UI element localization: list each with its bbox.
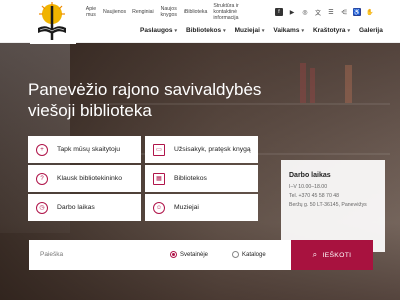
opening-hours-time: I–V 10.00–18.00 [289, 184, 328, 190]
hero-title: Panevėžio rajono savivaldybės viešoji bi… [28, 79, 308, 121]
chevron-down-icon: ▾ [347, 27, 350, 34]
search-scope-catalog[interactable]: Kataloge [232, 251, 266, 258]
nav-label: Kraštotyra [312, 27, 346, 34]
search-icon: ⌕ [312, 250, 318, 259]
share-icon[interactable]: ⋲ [340, 8, 348, 16]
library-logo[interactable] [30, 0, 76, 44]
opening-hours-phone[interactable]: Tel. +370 45 58 70 48 [289, 193, 339, 199]
radio-label: Svetainėje [180, 251, 209, 258]
search-button-label: IEŠKOTI [322, 251, 352, 259]
sitemap-icon[interactable]: ☰ [327, 8, 335, 16]
tile-label: Tapk mūsų skaitytoju [57, 145, 121, 153]
nav-label: Paslaugos [140, 27, 173, 34]
translate-icon[interactable]: 文 [314, 8, 322, 17]
chevron-down-icon: ▾ [223, 27, 226, 34]
nav-gallery[interactable]: Galerija [359, 27, 383, 34]
question-icon: ? [36, 172, 48, 185]
toplink-ibiblioteka[interactable]: iBiblioteka [181, 3, 211, 21]
nav-local-history[interactable]: Kraštotyra ▾ [313, 27, 350, 34]
youtube-icon[interactable]: ▶ [288, 8, 296, 16]
toplink-about[interactable]: Apie mus [82, 3, 100, 21]
chevron-down-icon: ▾ [301, 27, 304, 34]
chat-icon: ☺ [153, 201, 165, 214]
book-decor [310, 68, 315, 103]
main-nav: Paslaugos ▾ Bibliotekos ▾ Muziejai ▾ Vaikam… [140, 27, 392, 34]
tile-museums[interactable]: ☺ Muziejai [145, 194, 258, 221]
nav-label: Bibliotekos [186, 27, 222, 34]
nav-services[interactable]: Paslaugos ▾ [140, 27, 177, 34]
tile-label: Užsisakyk, pratęsk knygą [174, 145, 251, 153]
book-open-icon: ▭ [153, 143, 165, 156]
nav-label: Galerija [358, 27, 383, 34]
search-input[interactable]: Paieška [40, 251, 63, 258]
nav-label: Vaikams [273, 27, 300, 34]
opening-hours-address: Beržų g. 50 LT-36145, Panevėžys [289, 202, 367, 208]
tile-ask-librarian[interactable]: ? Klausk bibliotekininko [28, 165, 141, 192]
search-scope-site[interactable]: Svetainėje [170, 251, 208, 258]
nav-libraries[interactable]: Bibliotekos ▾ [186, 27, 226, 34]
nav-children[interactable]: Vaikams ▾ [273, 27, 304, 34]
instagram-icon[interactable]: ◎ [301, 8, 309, 16]
hero-title-line1: Panevėžio rajono savivaldybės [28, 80, 262, 99]
facebook-icon[interactable]: f [275, 8, 283, 16]
toplink-events[interactable]: Renginiai [129, 3, 157, 21]
tile-opening-hours[interactable]: ◷ Darbo laikas [28, 194, 141, 221]
tile-become-reader[interactable]: + Tapk mūsų skaitytoju [28, 136, 141, 163]
clock-icon: ◷ [36, 201, 48, 214]
sign-language-icon[interactable]: ✋ [366, 8, 374, 16]
toplink-news[interactable]: Naujienos [100, 3, 129, 21]
chevron-down-icon: ▾ [261, 27, 265, 34]
hero-title-line2: viešoji biblioteka [28, 101, 152, 120]
nav-museums[interactable]: Muziejai ▾ [235, 27, 265, 34]
radio-selected-icon [170, 251, 177, 258]
tile-label: Bibliotekos [174, 174, 207, 182]
accessibility-icon[interactable]: ♿ [353, 8, 361, 16]
radio-label: Kataloge [242, 251, 266, 258]
book-decor [345, 65, 352, 103]
toplink-structure-contacts[interactable]: Struktūra ir kontaktinė informacija [210, 3, 250, 21]
building-icon: ▦ [153, 172, 165, 185]
toplink-new-books[interactable]: Naujos knygos [157, 3, 181, 21]
tile-libraries[interactable]: ▦ Bibliotekos [145, 165, 258, 192]
radio-icon [232, 251, 239, 258]
opening-hours-title: Darbo laikas [289, 172, 331, 179]
user-plus-icon: + [36, 143, 48, 156]
nav-label: Muziejai [234, 27, 260, 34]
top-links: Apie mus Naujienos Renginiai Naujos knyg… [82, 3, 250, 21]
tile-order-renew[interactable]: ▭ Užsisakyk, pratęsk knygą [145, 136, 258, 163]
chevron-down-icon: ▾ [174, 27, 178, 34]
tile-label: Muziejai [174, 203, 199, 211]
social-links: f ▶ ◎ 文 ☰ ⋲ ♿ ✋ [275, 8, 374, 17]
tile-label: Darbo laikas [57, 203, 95, 211]
search-button[interactable]: ⌕ IEŠKOTI [291, 240, 373, 270]
tile-label: Klausk bibliotekininko [57, 174, 122, 182]
